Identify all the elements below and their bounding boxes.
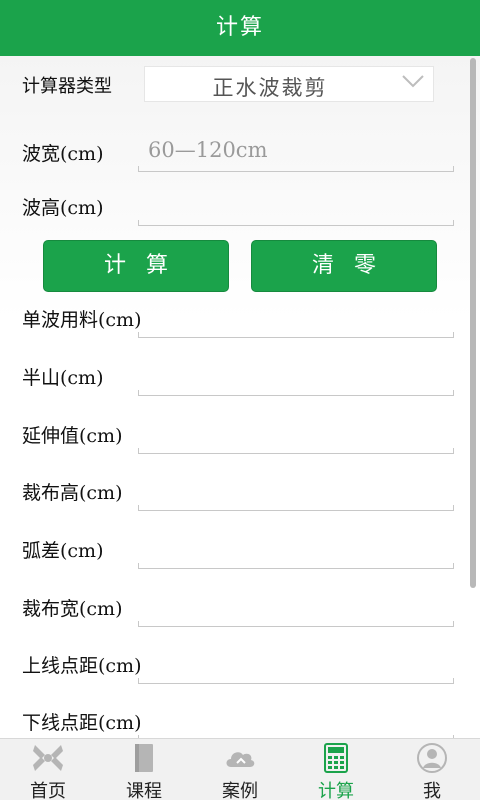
cloud-icon (226, 752, 255, 767)
wave-height-label: 波高(cm) (22, 197, 104, 219)
calculator-form: 计算器类型 正水波裁剪 波宽(cm) 波高(cm) 计算 清零 单波用料(cm)… (0, 56, 480, 738)
clear-button-label: 清零 (311, 253, 396, 278)
wave-height-row: 波高(cm) (22, 182, 454, 232)
chevron-down-icon (402, 75, 424, 88)
wave-width-label: 波宽(cm) (22, 143, 104, 165)
user-icon (417, 743, 447, 773)
tab-cases-label: 案例 (222, 781, 258, 800)
input-underline (138, 448, 454, 454)
page-title: 计算 (215, 15, 264, 40)
tab-calculate-label: 计算 (318, 781, 354, 800)
calculator-icon (324, 743, 348, 773)
tab-cases[interactable]: 案例 (192, 739, 288, 800)
scrollbar[interactable] (470, 58, 476, 588)
half-mountain-label: 半山(cm) (22, 367, 104, 389)
calculate-button[interactable]: 计算 (43, 240, 229, 292)
arc-difference-field[interactable] (138, 527, 454, 567)
cut-cloth-height-field[interactable] (138, 469, 454, 509)
arc-difference-label: 弧差(cm) (22, 540, 104, 562)
lower-line-distance-field[interactable] (138, 699, 454, 738)
tab-calculate[interactable]: 计算 (288, 739, 384, 800)
extension-label: 延伸值(cm) (22, 425, 123, 447)
calculator-type-value: 正水波裁剪 (212, 76, 328, 100)
extension-row: 延伸值(cm) (22, 410, 454, 460)
input-underline (138, 678, 454, 684)
input-underline (138, 332, 454, 338)
wave-height-input[interactable] (138, 184, 454, 224)
arc-difference-row: 弧差(cm) (22, 525, 454, 575)
upper-line-distance-field[interactable] (138, 642, 454, 682)
input-underline (138, 621, 454, 627)
cut-cloth-width-label: 裁布宽(cm) (22, 598, 123, 620)
wave-width-input[interactable] (138, 130, 454, 170)
upper-line-distance-row: 上线点距(cm) (22, 640, 454, 690)
input-underline (138, 505, 454, 511)
single-wave-material-row: 单波用料(cm) (22, 294, 454, 344)
cut-cloth-height-row: 裁布高(cm) (22, 467, 454, 517)
tab-home-label: 首页 (30, 781, 66, 800)
tab-courses[interactable]: 课程 (96, 739, 192, 800)
half-mountain-field[interactable] (138, 354, 454, 394)
cut-cloth-width-field[interactable] (138, 585, 454, 625)
input-underline (138, 166, 454, 172)
tab-me-label: 我 (423, 781, 441, 800)
single-wave-material-label: 单波用料(cm) (22, 309, 142, 331)
cut-cloth-height-label: 裁布高(cm) (22, 482, 123, 504)
input-underline (138, 220, 454, 226)
input-underline (138, 563, 454, 569)
half-mountain-row: 半山(cm) (22, 352, 454, 402)
cut-cloth-width-row: 裁布宽(cm) (22, 583, 454, 633)
page-header: 计算 (0, 0, 480, 56)
book-icon (135, 744, 153, 772)
calculator-type-select[interactable]: 正水波裁剪 (144, 66, 434, 102)
tab-courses-label: 课程 (126, 781, 162, 800)
calculator-type-label: 计算器类型 (22, 76, 112, 97)
clear-button[interactable]: 清零 (251, 240, 437, 292)
tab-me[interactable]: 我 (384, 739, 480, 800)
wave-width-row: 波宽(cm) (22, 128, 454, 178)
extension-field[interactable] (138, 412, 454, 452)
calculator-type-row: 计算器类型 正水波裁剪 (22, 66, 442, 102)
lower-line-distance-row: 下线点距(cm) (22, 697, 454, 738)
input-underline (138, 390, 454, 396)
calculate-button-label: 计算 (103, 253, 188, 278)
single-wave-material-field[interactable] (138, 296, 454, 336)
lower-line-distance-label: 下线点距(cm) (22, 712, 142, 734)
upper-line-distance-label: 上线点距(cm) (22, 655, 142, 677)
bottom-tab-bar: 首页 课程 案例 计算 我 (0, 738, 480, 800)
home-icon (33, 745, 63, 771)
tab-home[interactable]: 首页 (0, 739, 96, 800)
